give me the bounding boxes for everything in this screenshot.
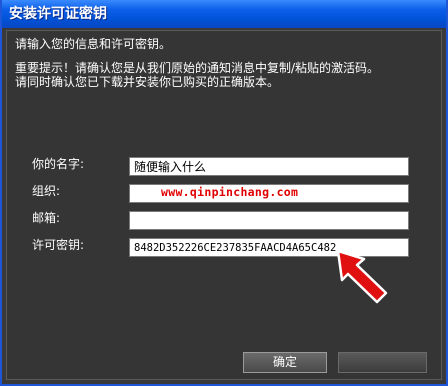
- name-input[interactable]: [129, 157, 409, 176]
- license-dialog-window: 安装许可证密钥 请输入您的信息和许可密钥。 重要提示！请确认您是从我们原始的通知…: [0, 0, 448, 386]
- important-notice: 重要提示！请确认您是从我们原始的通知消息中复制/粘贴的激活码。 请同时确认您已下…: [15, 61, 425, 89]
- watermark-text: www.qinpinchang.com: [161, 185, 299, 199]
- organization-label: 组织:: [32, 184, 61, 198]
- notice-line-1: 重要提示！请确认您是从我们原始的通知消息中复制/粘贴的激活码。: [15, 61, 380, 75]
- dialog-body: 请输入您的信息和许可密钥。 重要提示！请确认您是从我们原始的通知消息中复制/粘贴…: [6, 30, 442, 380]
- email-label: 邮箱:: [32, 211, 61, 225]
- title-bar[interactable]: 安装许可证密钥: [2, 0, 446, 28]
- intro-text: 请输入您的信息和许可密钥。: [15, 37, 172, 51]
- notice-line-2: 请同时确认您已下载并安装你已购买的正确版本。: [15, 75, 280, 89]
- name-label: 你的名字:: [32, 157, 85, 171]
- ok-button[interactable]: 确定: [243, 352, 327, 373]
- red-arrow-icon: [336, 249, 388, 304]
- window-title: 安装许可证密钥: [9, 6, 107, 22]
- secondary-button[interactable]: [338, 352, 427, 373]
- license-key-label: 许可密钥:: [32, 238, 85, 252]
- email-input[interactable]: [129, 211, 409, 230]
